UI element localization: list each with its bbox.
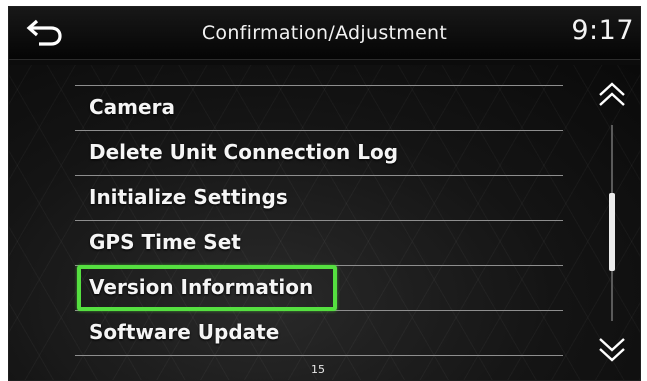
page-title: Confirmation/Adjustment xyxy=(201,22,448,44)
menu-item-label: Delete Unit Connection Log xyxy=(89,140,399,164)
settings-menu-list: Camera Delete Unit Connection Log Initia… xyxy=(75,85,563,356)
scroll-down-button[interactable] xyxy=(593,331,631,365)
menu-item-label: Initialize Settings xyxy=(89,185,288,209)
menu-item-label: Camera xyxy=(89,95,175,119)
infotainment-screen: Confirmation/Adjustment 9:17 Camera Dele… xyxy=(8,6,641,381)
menu-item-label: GPS Time Set xyxy=(89,230,241,254)
double-chevron-up-icon xyxy=(599,82,625,106)
page-indicator: 15 xyxy=(311,363,325,376)
scroll-up-button[interactable] xyxy=(593,79,631,113)
header-bar: Confirmation/Adjustment 9:17 xyxy=(9,7,640,60)
menu-item-label: Software Update xyxy=(89,320,280,344)
selection-highlight xyxy=(77,265,337,311)
menu-item-software-update[interactable]: Software Update xyxy=(75,310,563,356)
menu-item-camera[interactable]: Camera xyxy=(75,85,563,130)
menu-item-gps-time-set[interactable]: GPS Time Set xyxy=(75,220,563,265)
menu-item-initialize-settings[interactable]: Initialize Settings xyxy=(75,175,563,220)
menu-item-delete-unit-connection-log[interactable]: Delete Unit Connection Log xyxy=(75,130,563,175)
clock: 9:17 xyxy=(571,15,634,46)
double-chevron-down-icon xyxy=(599,338,625,362)
scrollbar-thumb[interactable] xyxy=(609,193,615,271)
